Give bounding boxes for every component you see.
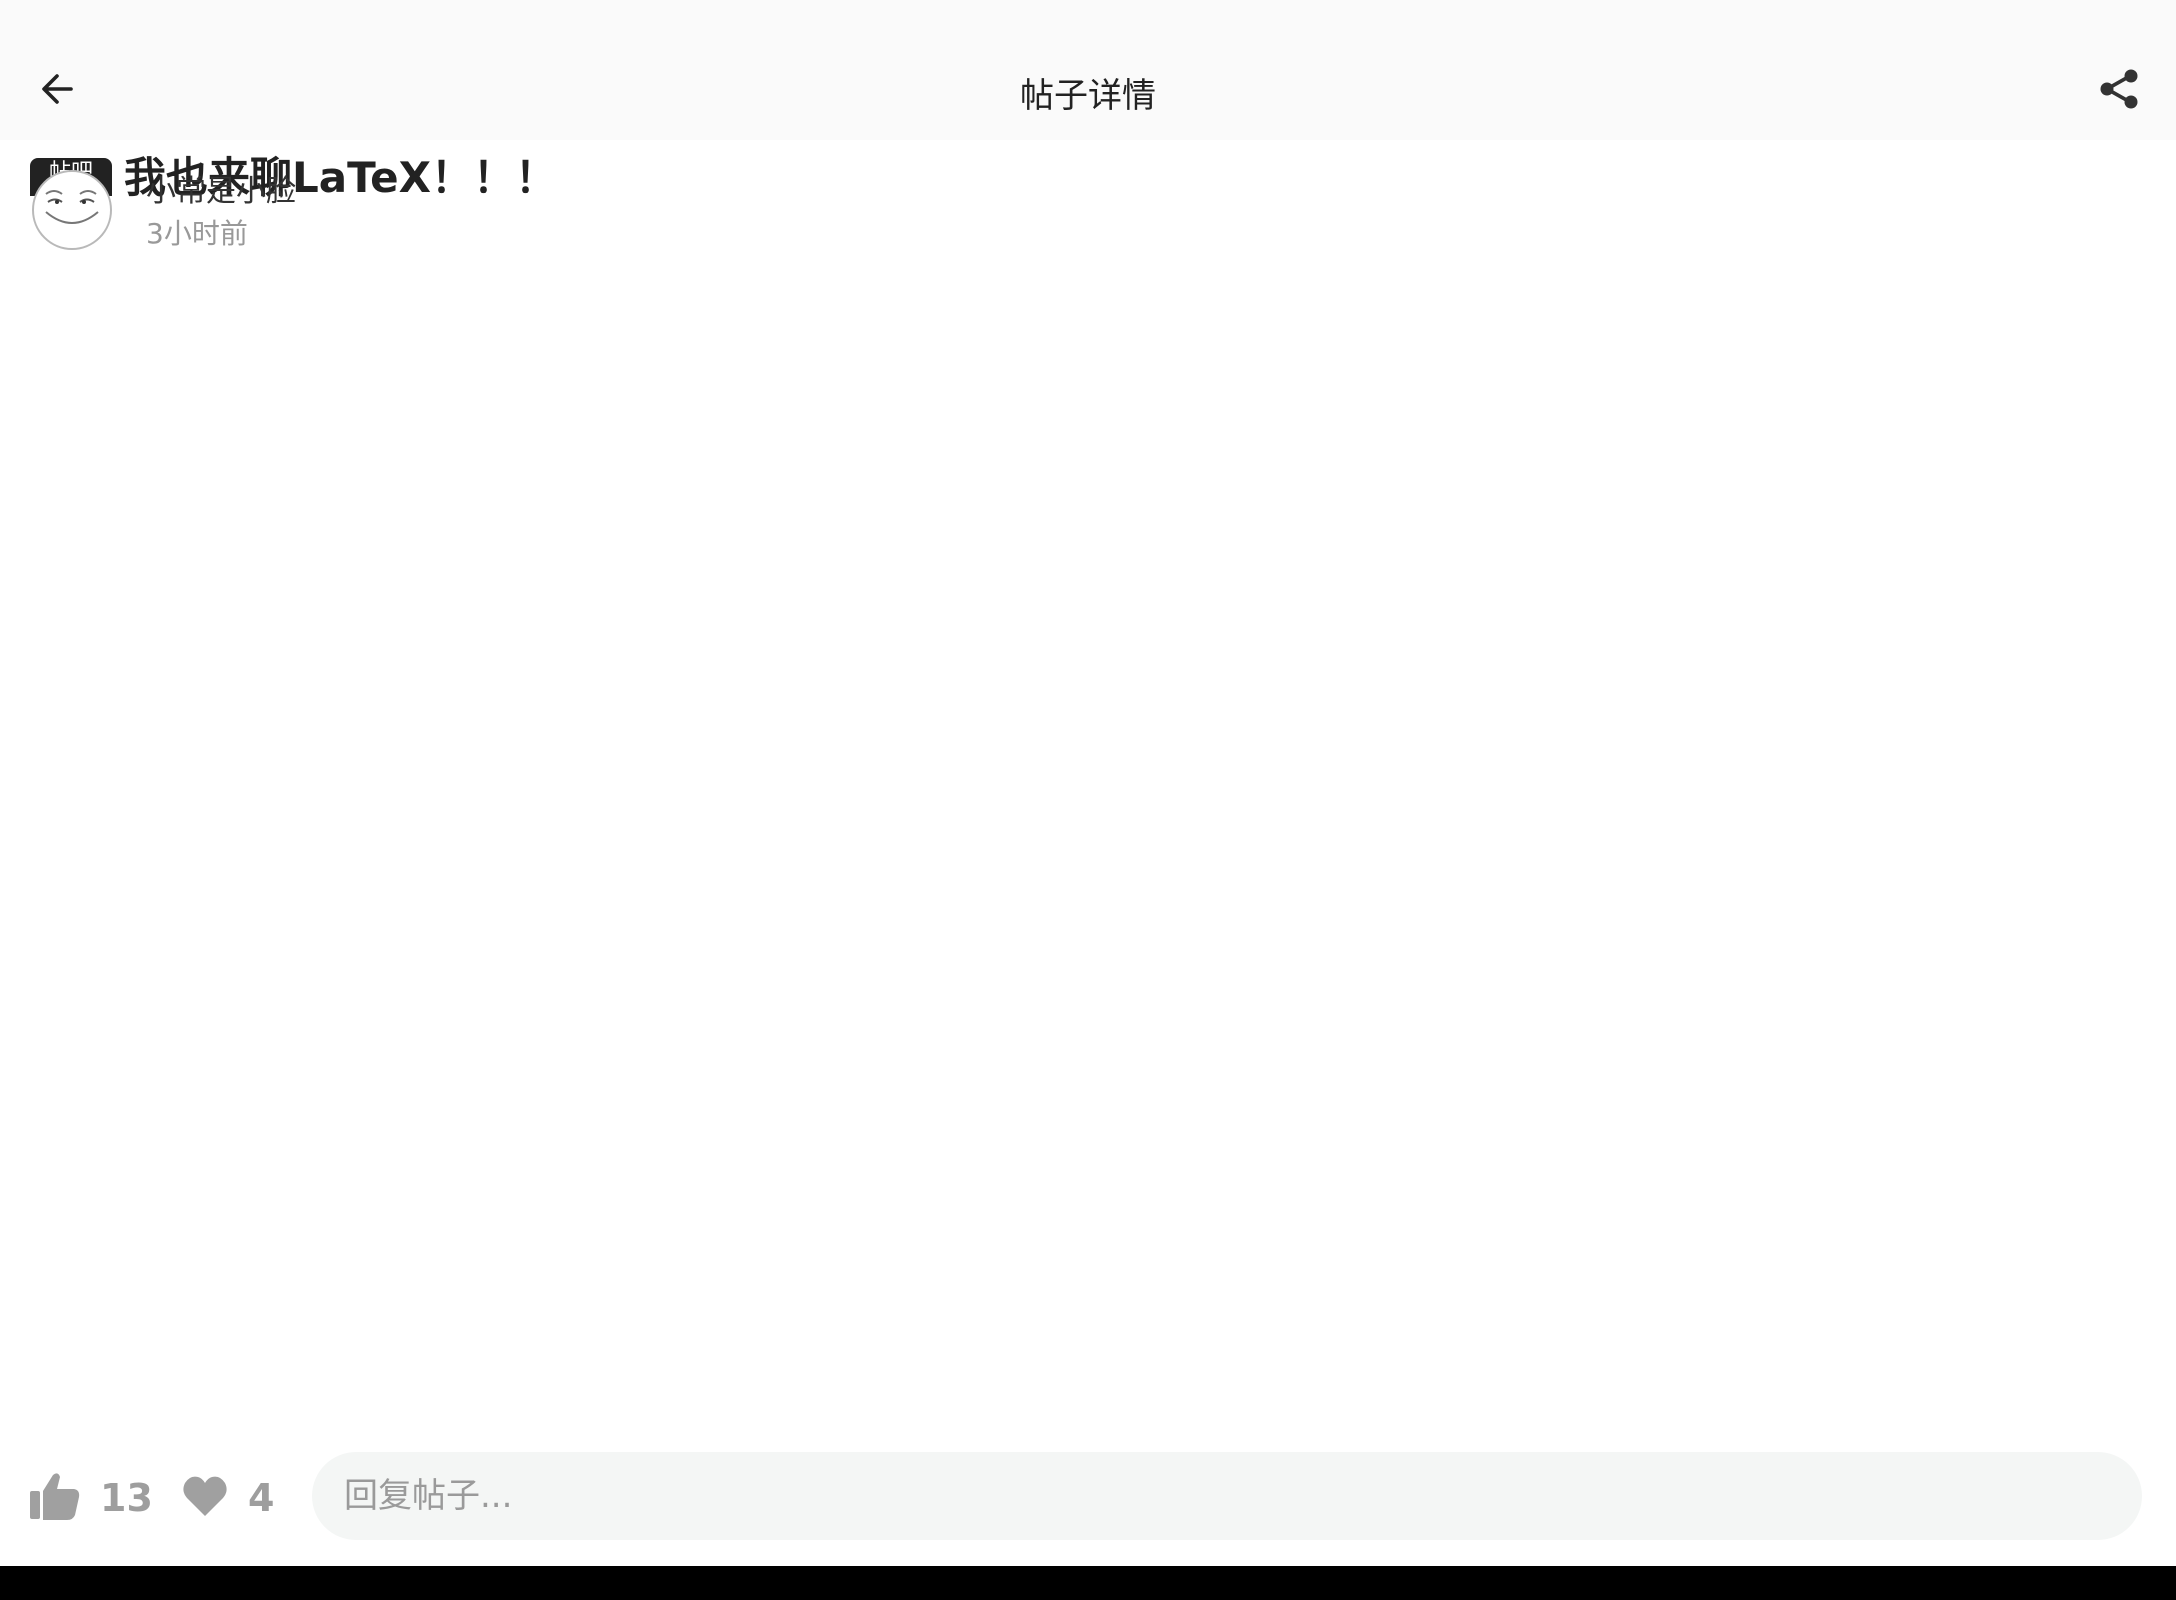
page-title: 帖子详情 bbox=[1020, 76, 1156, 116]
post-detail-screen: 帖子详情 帖吧 bbox=[0, 0, 2176, 1600]
system-navigation-bar bbox=[0, 1566, 2176, 1600]
like-count: 13 bbox=[100, 1476, 153, 1520]
author-name[interactable]: 小常是小脸 bbox=[146, 170, 296, 214]
bottom-action-bar: 13 4 bbox=[0, 1430, 2176, 1566]
like-button[interactable]: 13 bbox=[28, 1460, 153, 1536]
thumb-up-icon bbox=[28, 1469, 82, 1527]
share-icon bbox=[2097, 67, 2141, 115]
favorite-button[interactable]: 4 bbox=[180, 1460, 274, 1536]
heart-icon bbox=[180, 1471, 230, 1525]
smiley-face-icon bbox=[45, 190, 99, 224]
favorite-count: 4 bbox=[248, 1476, 275, 1520]
top-app-bar: 帖子详情 bbox=[0, 0, 2176, 140]
share-button[interactable] bbox=[2084, 56, 2154, 126]
post-header: 帖吧 我也来聊LaTeX！！！ 小常是小脸 3小时前 bbox=[0, 140, 2176, 280]
reply-input[interactable] bbox=[312, 1452, 2142, 1540]
author-avatar[interactable] bbox=[32, 170, 112, 250]
post-content-area bbox=[0, 280, 2176, 1420]
post-timestamp: 3小时前 bbox=[146, 217, 248, 250]
